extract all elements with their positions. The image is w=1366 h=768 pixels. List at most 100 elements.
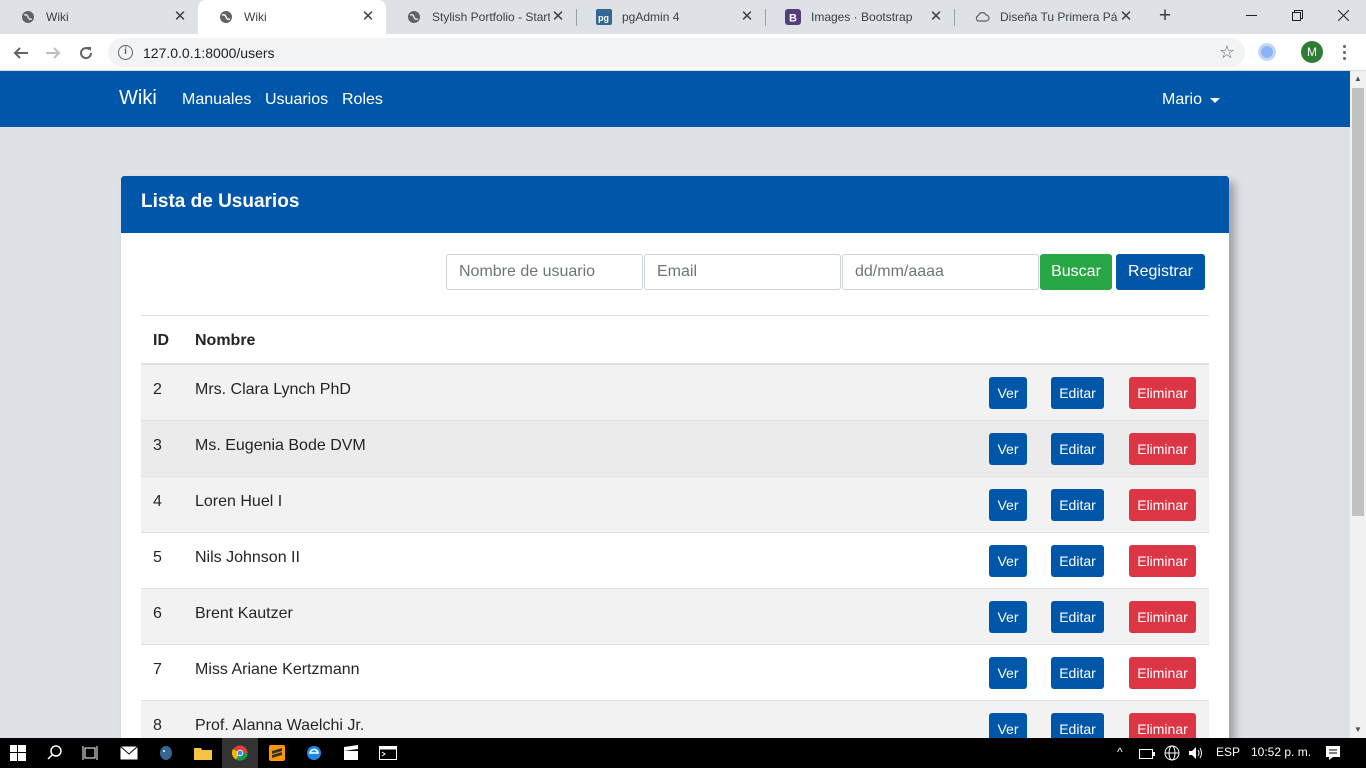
clapperboard-icon[interactable] — [341, 743, 361, 763]
windows-start-icon[interactable] — [8, 743, 28, 763]
editar-button[interactable]: Editar — [1051, 433, 1104, 465]
mail-icon[interactable] — [119, 743, 139, 763]
card-title: Lista de Usuarios — [141, 191, 300, 212]
reload-icon[interactable] — [73, 40, 99, 66]
scrollbar-thumb[interactable] — [1352, 88, 1364, 516]
tray-chevron-icon[interactable]: ^ — [1117, 745, 1123, 759]
profile-avatar[interactable]: M — [1301, 41, 1323, 63]
nav-link-usuarios[interactable]: Usuarios — [265, 91, 328, 109]
browser-tab[interactable]: B Images · Bootstrap ✕ — [765, 0, 954, 34]
task-view-icon[interactable] — [80, 743, 100, 763]
back-icon[interactable] — [8, 40, 34, 66]
navbar-brand[interactable]: Wiki — [119, 87, 157, 110]
ver-button[interactable]: Ver — [989, 657, 1027, 689]
notifications-icon[interactable] — [1323, 743, 1343, 763]
forward-icon[interactable] — [40, 40, 66, 66]
browser-tab-active[interactable]: Wiki ✕ — [198, 0, 386, 34]
eliminar-button[interactable]: Eliminar — [1129, 433, 1196, 465]
column-header-id: ID — [153, 332, 169, 349]
close-icon[interactable]: ✕ — [739, 9, 755, 25]
card-header: Lista de Usuarios — [121, 176, 1229, 233]
search-icon[interactable] — [45, 743, 65, 763]
row-id: 4 — [153, 493, 162, 510]
row-name: Brent Kautzer — [195, 605, 293, 622]
browser-menu-icon[interactable] — [1339, 40, 1349, 64]
language-indicator[interactable]: ESP — [1216, 745, 1240, 759]
row-id: 6 — [153, 605, 162, 622]
editar-button[interactable]: Editar — [1051, 601, 1104, 633]
nav-link-roles[interactable]: Roles — [342, 91, 383, 109]
close-icon[interactable]: ✕ — [1118, 9, 1134, 25]
editar-button[interactable]: Editar — [1051, 489, 1104, 521]
sublime-text-icon[interactable] — [267, 743, 287, 763]
date-search-input[interactable] — [842, 254, 1039, 290]
clock[interactable]: 10:52 p. m. — [1251, 745, 1311, 759]
bookmark-star-icon[interactable]: ☆ — [1219, 42, 1235, 63]
close-icon[interactable]: ✕ — [550, 9, 566, 25]
tab-title: Wiki — [244, 10, 267, 24]
browser-tab[interactable]: pg pgAdmin 4 ✕ — [576, 0, 765, 34]
eliminar-button[interactable]: Eliminar — [1129, 489, 1196, 521]
buscar-button[interactable]: Buscar — [1040, 254, 1112, 290]
ver-button[interactable]: Ver — [989, 433, 1027, 465]
eliminar-button[interactable]: Eliminar — [1129, 713, 1196, 738]
editar-button[interactable]: Editar — [1051, 377, 1104, 409]
ver-button[interactable]: Ver — [989, 489, 1027, 521]
info-icon[interactable]: i — [118, 45, 133, 60]
close-icon[interactable]: ✕ — [928, 9, 944, 25]
volume-icon[interactable] — [1186, 743, 1206, 763]
caret-down-icon — [1210, 97, 1221, 103]
nav-link-manuales[interactable]: Manuales — [182, 91, 251, 109]
browser-tab[interactable]: Stylish Portfolio - Start B ✕ — [386, 0, 576, 34]
eliminar-button[interactable]: Eliminar — [1129, 377, 1196, 409]
eliminar-button[interactable]: Eliminar — [1129, 545, 1196, 577]
email-search-input[interactable] — [644, 254, 841, 290]
username-search-input[interactable] — [446, 254, 643, 290]
url-text[interactable]: 127.0.0.1:8000/users — [143, 45, 275, 61]
scroll-down-icon[interactable]: ▼ — [1350, 722, 1366, 738]
command-prompt-icon[interactable] — [378, 743, 398, 763]
new-tab-button[interactable]: + — [1154, 5, 1176, 27]
scroll-up-icon[interactable]: ▲ — [1350, 71, 1366, 87]
edge-icon[interactable] — [304, 743, 324, 763]
ver-button[interactable]: Ver — [989, 601, 1027, 633]
row-name: Loren Huel I — [195, 493, 283, 510]
editar-button[interactable]: Editar — [1051, 545, 1104, 577]
address-bar[interactable]: i 127.0.0.1:8000/users ☆ — [108, 38, 1245, 67]
window-close-icon[interactable] — [1320, 0, 1366, 30]
cloud-icon — [974, 9, 990, 25]
battery-icon[interactable] — [1137, 744, 1157, 764]
tab-title: Stylish Portfolio - Start B — [432, 10, 550, 24]
ver-button[interactable]: Ver — [989, 545, 1027, 577]
user-dropdown[interactable]: Mario — [1162, 91, 1221, 109]
ver-button[interactable]: Ver — [989, 377, 1027, 409]
table-row: 7 Miss Ariane Kertzmann Ver Editar Elimi… — [141, 645, 1209, 701]
eliminar-button[interactable]: Eliminar — [1129, 601, 1196, 633]
network-globe-icon[interactable] — [1162, 743, 1182, 763]
editar-button[interactable]: Editar — [1051, 657, 1104, 689]
tab-title: Images · Bootstrap — [811, 10, 913, 24]
row-name: Prof. Alanna Waelchi Jr. — [195, 717, 365, 734]
chrome-icon[interactable] — [230, 743, 250, 763]
table-row: 2 Mrs. Clara Lynch PhD Ver Editar Elimin… — [141, 365, 1209, 421]
tab-title: Wiki — [46, 10, 69, 24]
close-icon[interactable]: ✕ — [172, 9, 188, 25]
minimize-icon[interactable] — [1228, 0, 1274, 30]
registrar-button[interactable]: Registrar — [1116, 254, 1205, 290]
extension-icon[interactable] — [1258, 43, 1276, 61]
ver-button[interactable]: Ver — [989, 713, 1027, 738]
eliminar-button[interactable]: Eliminar — [1129, 657, 1196, 689]
bootstrap-icon: B — [785, 9, 801, 25]
file-explorer-icon[interactable] — [193, 743, 213, 763]
browser-tab[interactable]: Wiki ✕ — [0, 0, 198, 34]
restore-icon[interactable] — [1274, 0, 1320, 30]
editar-button[interactable]: Editar — [1051, 713, 1104, 738]
browser-tab[interactable]: Diseña Tu Primera Págin ✕ — [954, 0, 1144, 34]
page-scrollbar[interactable]: ▲ ▼ — [1350, 71, 1366, 738]
browser-tab-strip: Wiki ✕ Wiki ✕ Stylish Portfolio - Start … — [0, 0, 1366, 34]
globe-icon — [218, 9, 234, 25]
postgres-icon[interactable] — [156, 743, 176, 763]
tab-title: pgAdmin 4 — [622, 10, 680, 24]
browser-toolbar: i 127.0.0.1:8000/users ☆ — [0, 34, 1366, 71]
close-icon[interactable]: ✕ — [360, 9, 376, 25]
